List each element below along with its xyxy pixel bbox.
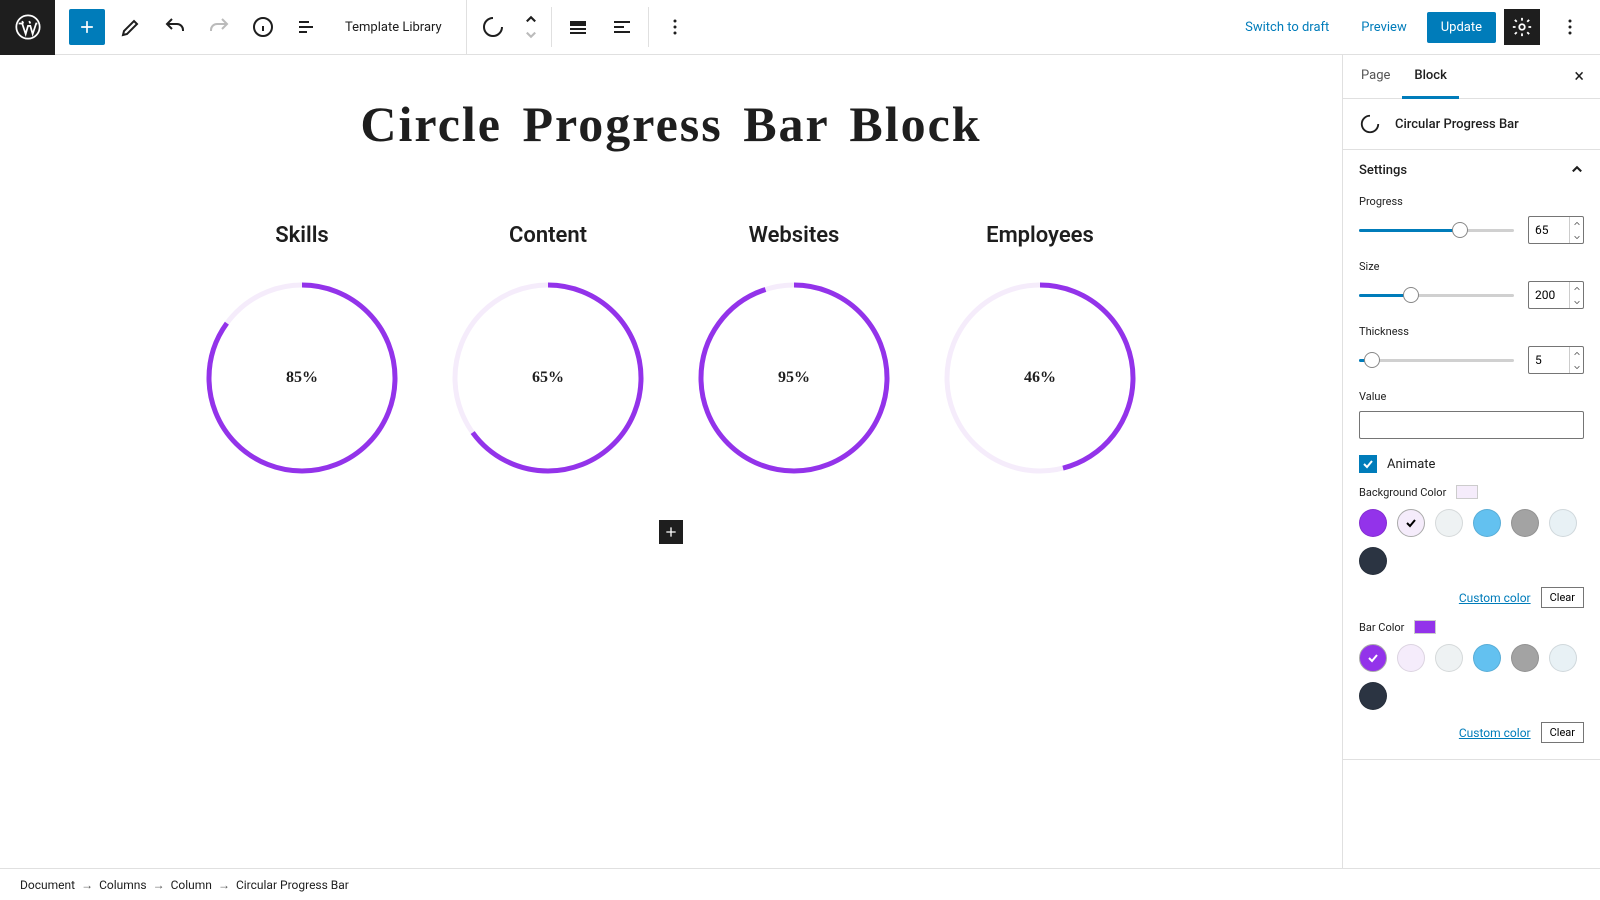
bar_color-swatch-5[interactable] bbox=[1549, 644, 1577, 672]
settings-section-header[interactable]: Settings bbox=[1343, 150, 1600, 191]
bg_color-swatch-1[interactable] bbox=[1397, 509, 1425, 537]
preview-button[interactable]: Preview bbox=[1349, 12, 1418, 43]
breadcrumb-item-1[interactable]: Columns bbox=[99, 878, 147, 892]
size-step-down[interactable] bbox=[1570, 295, 1583, 308]
animate-label: Animate bbox=[1387, 457, 1435, 472]
block-type-icon[interactable] bbox=[475, 9, 511, 45]
more-options-icon[interactable] bbox=[1552, 9, 1588, 45]
breadcrumb-item-3[interactable]: Circular Progress Bar bbox=[236, 878, 349, 892]
settings-gear-button[interactable] bbox=[1504, 9, 1540, 45]
value-label: Value bbox=[1359, 390, 1584, 403]
size-label: Size bbox=[1359, 260, 1584, 273]
progress-step-down[interactable] bbox=[1570, 230, 1583, 243]
thickness-step-down[interactable] bbox=[1570, 360, 1583, 373]
sidebar-tabs: Page Block × bbox=[1343, 55, 1600, 99]
info-icon[interactable] bbox=[245, 9, 281, 45]
bar_color-label: Bar Color bbox=[1359, 621, 1404, 634]
thickness-step-up[interactable] bbox=[1570, 347, 1583, 360]
circle-label-0[interactable]: Skills bbox=[275, 223, 329, 248]
bg_color-swatch-2[interactable] bbox=[1435, 509, 1463, 537]
bar_color-swatch-6[interactable] bbox=[1359, 682, 1387, 710]
bar_color-swatch-1[interactable] bbox=[1397, 644, 1425, 672]
circle-progress-0[interactable]: 85% bbox=[204, 280, 400, 476]
circle-percent-0: 85% bbox=[286, 369, 318, 387]
block-toolbar bbox=[466, 0, 701, 55]
bar_color-swatch-4[interactable] bbox=[1511, 644, 1539, 672]
circle-label-2[interactable]: Websites bbox=[749, 223, 840, 248]
bg_color-swatch-5[interactable] bbox=[1549, 509, 1577, 537]
edit-icon[interactable] bbox=[113, 9, 149, 45]
progress-step-up[interactable] bbox=[1570, 217, 1583, 230]
tab-block[interactable]: Block bbox=[1402, 55, 1458, 99]
circle-progress-2[interactable]: 95% bbox=[696, 280, 892, 476]
breadcrumb: Document→Columns→Column→Circular Progres… bbox=[0, 868, 1600, 900]
circle-percent-2: 95% bbox=[778, 369, 810, 387]
bg_color-clear-button[interactable]: Clear bbox=[1541, 587, 1584, 608]
value-input[interactable] bbox=[1359, 411, 1584, 439]
thickness-label: Thickness bbox=[1359, 325, 1584, 338]
tab-page[interactable]: Page bbox=[1349, 55, 1402, 99]
animate-checkbox[interactable] bbox=[1359, 455, 1377, 473]
sidebar: Page Block × Circular Progress Bar Setti… bbox=[1342, 55, 1600, 868]
align-icon[interactable] bbox=[604, 9, 640, 45]
circle-percent-3: 46% bbox=[1024, 369, 1056, 387]
bg_color-custom-color-link[interactable]: Custom color bbox=[1459, 591, 1531, 605]
block-move-arrows bbox=[519, 13, 543, 41]
redo-button bbox=[201, 9, 237, 45]
page-title[interactable]: Circle Progress Bar Block bbox=[0, 95, 1342, 153]
circles-row: Skills 85% Content 65% Websites 95% Empl… bbox=[0, 223, 1342, 476]
bg_color-swatch-4[interactable] bbox=[1511, 509, 1539, 537]
wordpress-logo[interactable] bbox=[0, 0, 55, 55]
bg_color-swatch-6[interactable] bbox=[1359, 547, 1387, 575]
circle-label-1[interactable]: Content bbox=[509, 223, 587, 248]
thickness-slider[interactable] bbox=[1359, 359, 1514, 362]
bar_color-swatch-3[interactable] bbox=[1473, 644, 1501, 672]
move-up-button[interactable] bbox=[519, 13, 543, 27]
breadcrumb-item-2[interactable]: Column bbox=[171, 878, 212, 892]
move-down-button bbox=[519, 27, 543, 41]
bar_color-swatch-0[interactable] bbox=[1359, 644, 1387, 672]
size-step-up[interactable] bbox=[1570, 282, 1583, 295]
block-more-icon[interactable] bbox=[657, 9, 693, 45]
size-slider[interactable] bbox=[1359, 294, 1514, 297]
circle-percent-1: 65% bbox=[532, 369, 564, 387]
progress-label: Progress bbox=[1359, 195, 1584, 208]
align-full-icon[interactable] bbox=[560, 9, 596, 45]
bg_color-current-swatch bbox=[1456, 485, 1478, 499]
bar_color-clear-button[interactable]: Clear bbox=[1541, 722, 1584, 743]
editor-topbar: Template Library Switch to draft Preview… bbox=[0, 0, 1600, 55]
bar_color-current-swatch bbox=[1414, 620, 1436, 634]
undo-button[interactable] bbox=[157, 9, 193, 45]
breadcrumb-item-0[interactable]: Document bbox=[20, 878, 75, 892]
close-icon[interactable]: × bbox=[1564, 60, 1594, 93]
template-library-button[interactable]: Template Library bbox=[329, 20, 458, 35]
editor-canvas: Circle Progress Bar Block Skills 85% Con… bbox=[0, 55, 1342, 868]
progress-slider[interactable] bbox=[1359, 229, 1514, 232]
bar_color-swatch-2[interactable] bbox=[1435, 644, 1463, 672]
bg_color-swatch-0[interactable] bbox=[1359, 509, 1387, 537]
update-button[interactable]: Update bbox=[1427, 12, 1496, 43]
circle-label-3[interactable]: Employees bbox=[986, 223, 1094, 248]
add-block-inline-button[interactable] bbox=[659, 520, 683, 544]
switch-to-draft-button[interactable]: Switch to draft bbox=[1233, 12, 1341, 43]
list-view-icon[interactable] bbox=[289, 9, 325, 45]
add-block-button[interactable] bbox=[69, 9, 105, 45]
block-header: Circular Progress Bar bbox=[1343, 99, 1600, 150]
chevron-up-icon bbox=[1570, 163, 1584, 177]
circle-progress-3[interactable]: 46% bbox=[942, 280, 1138, 476]
circle-progress-1[interactable]: 65% bbox=[450, 280, 646, 476]
bar_color-custom-color-link[interactable]: Custom color bbox=[1459, 726, 1531, 740]
bg_color-swatch-3[interactable] bbox=[1473, 509, 1501, 537]
block-name: Circular Progress Bar bbox=[1395, 117, 1519, 132]
bg_color-label: Background Color bbox=[1359, 486, 1446, 499]
